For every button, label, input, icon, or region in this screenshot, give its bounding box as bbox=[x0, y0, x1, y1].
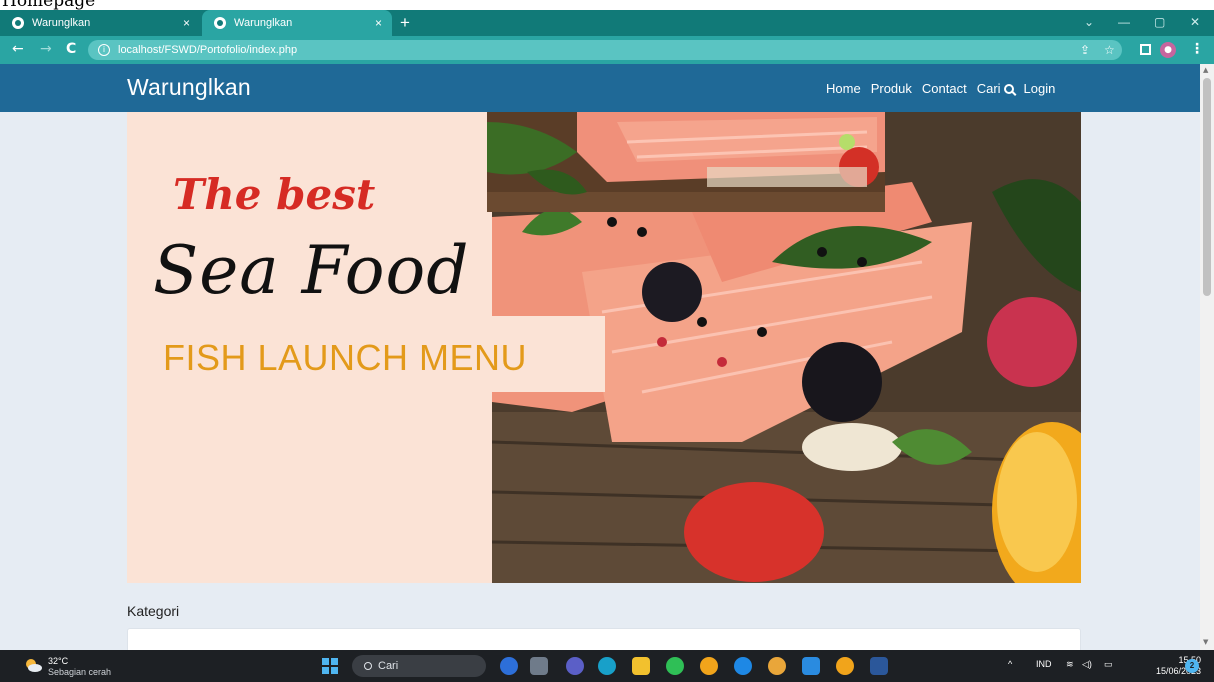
app-icon-1[interactable] bbox=[500, 657, 518, 675]
volume-icon[interactable]: ◁) bbox=[1082, 659, 1092, 670]
profile-avatar[interactable]: ● bbox=[1160, 42, 1176, 58]
back-button[interactable]: ← bbox=[12, 41, 24, 57]
share-icon[interactable]: ⇪ bbox=[1080, 43, 1090, 57]
file-explorer-icon[interactable] bbox=[632, 657, 650, 675]
nav-home[interactable]: Home bbox=[826, 81, 861, 96]
chrome-icon[interactable] bbox=[700, 657, 718, 675]
nav-contact[interactable]: Contact bbox=[922, 81, 967, 96]
globe-icon bbox=[214, 17, 226, 29]
input-language[interactable]: IND bbox=[1036, 659, 1052, 669]
edge-icon[interactable] bbox=[598, 657, 616, 675]
nav-menu: Home Produk Contact Cari Login bbox=[826, 81, 1055, 96]
tray-overflow-icon[interactable]: ^ bbox=[1008, 659, 1012, 669]
site-brand[interactable]: Warunglkan bbox=[127, 74, 251, 101]
reload-button[interactable]: C bbox=[66, 41, 76, 57]
weather-condition: Sebagian cerah bbox=[48, 667, 112, 677]
forward-button[interactable]: → bbox=[40, 41, 52, 57]
minimize-button[interactable]: — bbox=[1118, 15, 1130, 29]
extension-icon[interactable] bbox=[1140, 44, 1151, 55]
banner-headline: Sea Food bbox=[153, 232, 470, 309]
windows-taskbar: 32°C Sebagian cerah Cari ^ IND ≋ ◁) ▭ 15… bbox=[0, 650, 1214, 682]
nav-login[interactable]: Login bbox=[1024, 81, 1056, 96]
scrollbar-thumb[interactable] bbox=[1203, 78, 1211, 296]
browser-toolbar: ← → C i localhost/FSWD/Portofolio/index.… bbox=[0, 36, 1214, 64]
page-viewport: Warunglkan Home Produk Contact Cari Logi… bbox=[0, 64, 1200, 650]
banner-tagline: The best bbox=[173, 170, 376, 219]
taskbar-search-label: Cari bbox=[378, 660, 399, 672]
chrome-profile-icon[interactable] bbox=[768, 657, 786, 675]
banner-menu-title: FISH LAUNCH MENU bbox=[163, 337, 528, 378]
nav-cari-label: Cari bbox=[976, 81, 1001, 96]
vscode-icon[interactable] bbox=[802, 657, 820, 675]
chrome-icon-2[interactable] bbox=[836, 657, 854, 675]
restore-button[interactable]: ▢ bbox=[1154, 15, 1165, 29]
scroll-up-arrow[interactable]: ▲ bbox=[1203, 66, 1208, 74]
close-tab-icon[interactable]: × bbox=[183, 16, 190, 30]
battery-icon[interactable]: ▭ bbox=[1104, 659, 1113, 670]
taskbar-search[interactable]: Cari bbox=[352, 655, 486, 677]
browser-tab-1[interactable]: Warunglkan × bbox=[0, 10, 200, 36]
scroll-down-arrow[interactable]: ▼ bbox=[1203, 638, 1208, 646]
site-navbar: Warunglkan Home Produk Contact Cari Logi… bbox=[0, 64, 1200, 112]
site-info-icon[interactable]: i bbox=[98, 44, 110, 56]
hero-banner: The best Sea Food FISH LAUNCH MENU bbox=[127, 112, 1081, 583]
kategori-card bbox=[127, 628, 1081, 650]
notification-badge[interactable]: 2 bbox=[1185, 659, 1199, 673]
address-bar[interactable]: i localhost/FSWD/Portofolio/index.php bbox=[88, 40, 1122, 60]
close-window-button[interactable]: ✕ bbox=[1190, 15, 1200, 29]
browser-menu-icon[interactable]: ⋮ bbox=[1190, 41, 1204, 57]
section-title-kategori: Kategori bbox=[127, 603, 180, 619]
windows-start-icon[interactable] bbox=[322, 658, 338, 674]
salmon-board-photo bbox=[487, 112, 885, 212]
search-icon bbox=[364, 662, 372, 670]
app-icon-2[interactable] bbox=[734, 657, 752, 675]
weather-temperature: 32°C bbox=[48, 656, 69, 666]
wifi-icon[interactable]: ≋ bbox=[1066, 659, 1074, 670]
tab-search-icon[interactable]: ⌄ bbox=[1084, 15, 1094, 29]
whatsapp-icon[interactable] bbox=[666, 657, 684, 675]
nav-cari[interactable]: Cari bbox=[977, 81, 1014, 96]
page-scrollbar[interactable]: ▲ ▼ bbox=[1200, 64, 1214, 650]
caption-text: Homepage bbox=[2, 0, 96, 10]
search-icon bbox=[1003, 83, 1014, 94]
partly-sunny-icon[interactable] bbox=[24, 658, 42, 672]
word-icon[interactable] bbox=[870, 657, 888, 675]
new-tab-button[interactable]: + bbox=[400, 13, 410, 33]
browser-tab-bar: Warunglkan × Warunglkan × + ⌄ — ▢ ✕ bbox=[0, 10, 1214, 36]
browser-tab-2-active[interactable]: Warunglkan × bbox=[202, 10, 392, 36]
chat-icon[interactable] bbox=[566, 657, 584, 675]
close-tab-icon[interactable]: × bbox=[375, 16, 382, 30]
globe-icon bbox=[12, 17, 24, 29]
tab-title: Warunglkan bbox=[234, 17, 293, 29]
bookmark-star-icon[interactable]: ☆ bbox=[1104, 43, 1115, 57]
url-text: localhost/FSWD/Portofolio/index.php bbox=[118, 44, 298, 56]
tab-title: Warunglkan bbox=[32, 17, 91, 29]
page-caption: Homepage bbox=[0, 0, 1214, 10]
nav-produk[interactable]: Produk bbox=[871, 81, 912, 96]
task-view-icon[interactable] bbox=[530, 657, 548, 675]
